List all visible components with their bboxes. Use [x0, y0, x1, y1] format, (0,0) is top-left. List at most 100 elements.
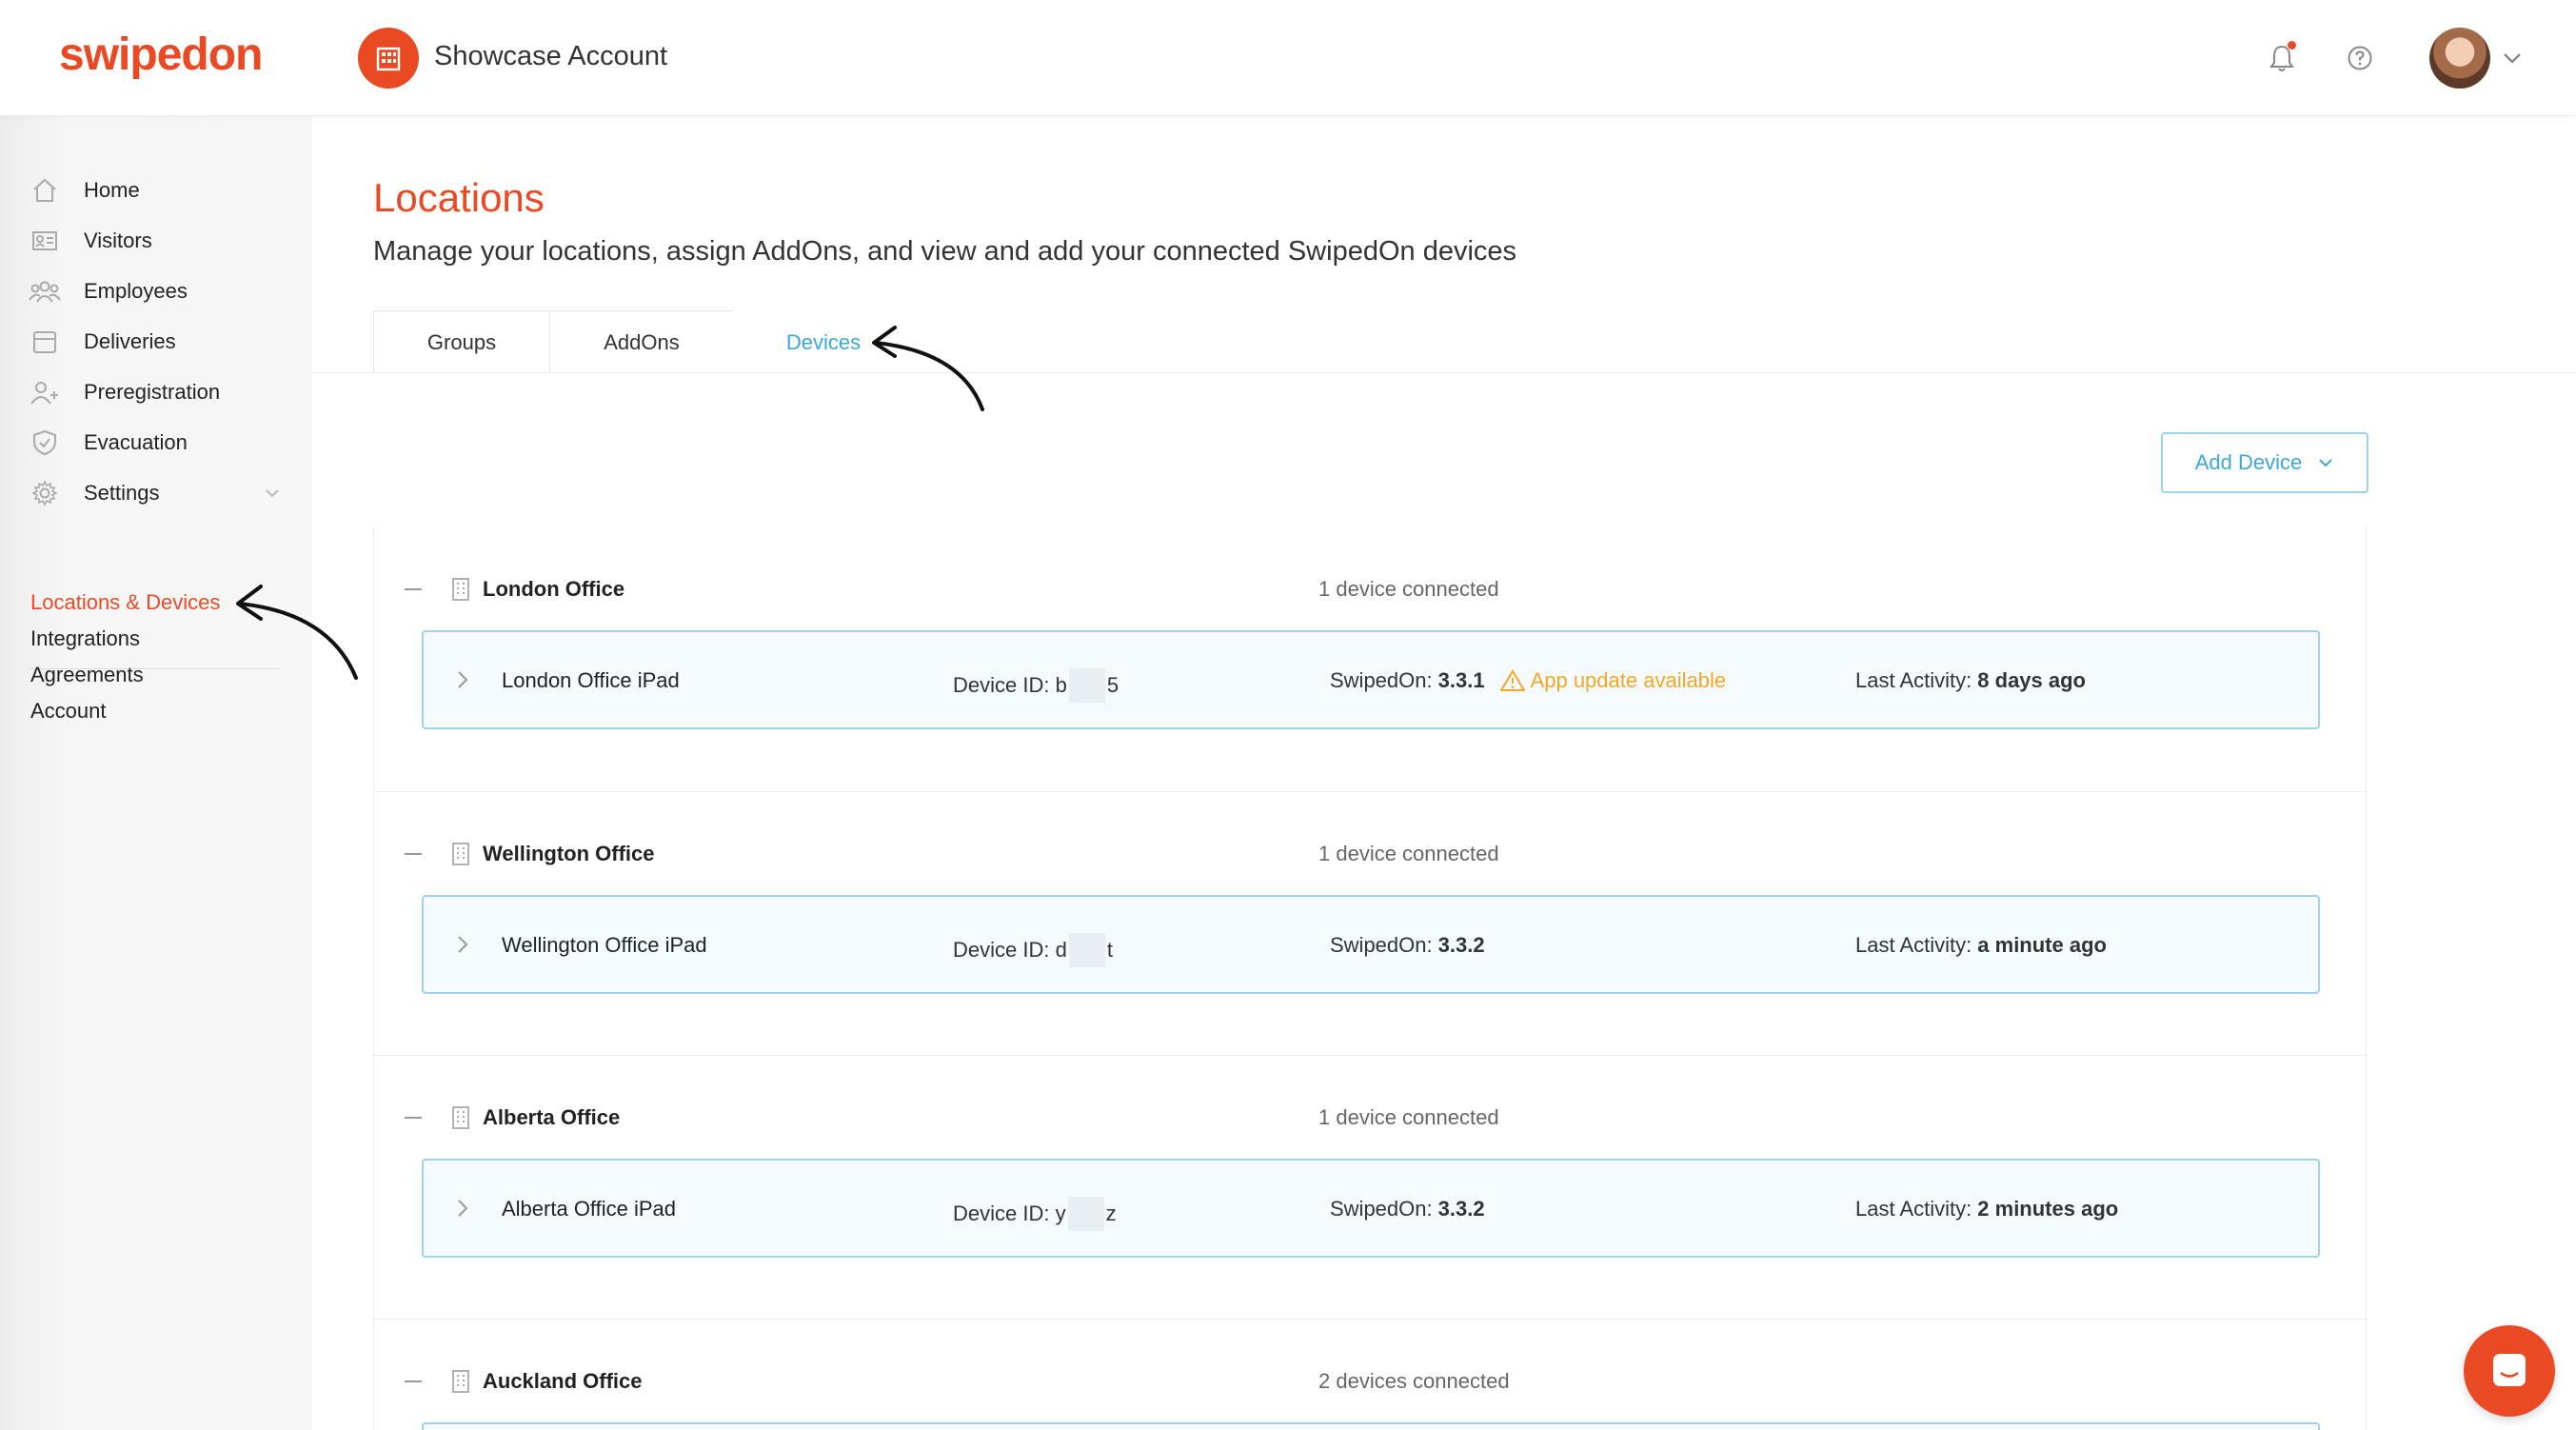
shield-icon — [29, 427, 61, 459]
sidebar: Home Visitors Employees Deliveries Prere… — [0, 116, 312, 1430]
avatar[interactable] — [2429, 28, 2490, 89]
device-id: Device ID: b 5 — [953, 668, 1119, 703]
chevron-down-icon — [266, 489, 279, 498]
device-count: 1 device connected — [1318, 842, 1499, 865]
location-header: London Office 1 device connected — [374, 566, 2368, 613]
sidebar-item-label: Employees — [84, 279, 188, 303]
page-subtitle: Manage your locations, assign AddOns, an… — [373, 236, 1517, 267]
device-id-start: b — [1055, 673, 1067, 697]
chevron-right-icon[interactable] — [452, 933, 473, 956]
tab-groups[interactable]: Groups — [373, 310, 550, 373]
location-name: Wellington Office — [483, 842, 655, 865]
device-version: SwipedOn: 3.3.2 — [1330, 1197, 1485, 1221]
sidebar-item-label: Home — [84, 178, 140, 202]
tab-devices[interactable]: Devices — [733, 310, 914, 373]
device-name: London Office iPad — [502, 668, 680, 692]
device-count: 1 device connected — [1318, 577, 1499, 601]
collapse-toggle[interactable] — [405, 588, 422, 590]
sidebar-item-label: Preregistration — [84, 380, 221, 404]
add-device-button[interactable]: Add Device — [2161, 432, 2368, 493]
sidebar-item-home[interactable]: Home — [29, 171, 140, 209]
help-icon — [2348, 46, 2372, 70]
location-name: Alberta Office — [483, 1105, 621, 1129]
chevron-down-icon — [2319, 459, 2332, 467]
device-id-end: t — [1106, 938, 1113, 962]
collapse-toggle[interactable] — [405, 853, 422, 855]
version-label: SwipedOn: — [1330, 668, 1433, 692]
location-name: Auckland Office — [483, 1369, 643, 1393]
sidebar-link-locations-devices[interactable]: Locations & Devices — [30, 590, 220, 615]
sidebar-item-preregistration[interactable]: Preregistration — [29, 373, 220, 411]
chat-launcher-button[interactable] — [2464, 1325, 2555, 1417]
location-name: London Office — [483, 577, 625, 601]
device-count: 2 devices connected — [1318, 1369, 1510, 1393]
building-icon — [452, 1106, 469, 1129]
chevron-right-icon[interactable] — [452, 1197, 473, 1220]
sidebar-item-employees[interactable]: Employees — [29, 272, 188, 310]
activity-label: Last Activity: — [1855, 668, 1972, 692]
user-plus-icon — [29, 376, 61, 408]
activity-label: Last Activity: — [1855, 933, 1972, 957]
update-notice[interactable]: App update available — [1499, 668, 1726, 693]
device-id-label: Device ID: — [953, 1202, 1050, 1225]
location-group: Wellington Office 1 device connected Wel… — [374, 791, 2368, 1056]
version-label: SwipedOn: — [1330, 933, 1433, 957]
locations-list: London Office 1 device connected London … — [373, 527, 2368, 1430]
device-version: SwipedOn: 3.3.2 — [1330, 933, 1485, 958]
version-value: 3.3.1 — [1437, 668, 1485, 692]
device-id-start: d — [1055, 938, 1067, 962]
sidebar-item-settings[interactable]: Settings — [29, 474, 286, 512]
employees-icon — [29, 275, 61, 308]
sidebar-item-visitors[interactable]: Visitors — [29, 222, 152, 260]
building-icon — [452, 578, 469, 601]
gear-icon — [29, 477, 61, 509]
sidebar-item-label: Visitors — [84, 228, 152, 252]
sidebar-item-label: Deliveries — [84, 329, 176, 353]
activity-value: 2 minutes ago — [1977, 1197, 2119, 1221]
building-icon — [376, 47, 401, 71]
account-badge[interactable] — [358, 28, 419, 89]
add-device-label: Add Device — [2194, 450, 2303, 474]
device-name: Wellington Office iPad — [502, 933, 707, 957]
building-icon — [452, 843, 469, 865]
redacted-block — [1067, 1197, 1104, 1231]
sidebar-link-agreements[interactable]: Agreements — [30, 663, 144, 687]
activity-value: a minute ago — [1977, 933, 2107, 957]
device-id-start: y — [1055, 1202, 1066, 1225]
device-count: 1 device connected — [1318, 1105, 1499, 1129]
device-last-activity: Last Activity: a minute ago — [1855, 933, 2107, 958]
sidebar-item-evacuation[interactable]: Evacuation — [29, 424, 188, 462]
swipedon-logo[interactable]: swipedon — [59, 29, 263, 81]
notification-bell[interactable] — [2262, 38, 2302, 78]
location-header: Alberta Office 1 device connected — [374, 1094, 2368, 1142]
device-card[interactable] — [422, 1422, 2320, 1430]
sidebar-item-label: Settings — [84, 481, 160, 505]
activity-label: Last Activity: — [1855, 1197, 1972, 1221]
account-name[interactable]: Showcase Account — [434, 41, 667, 72]
location-group: Alberta Office 1 device connected Albert… — [374, 1055, 2368, 1320]
location-header: Wellington Office 1 device connected — [374, 830, 2368, 878]
device-id-end: z — [1105, 1202, 1117, 1225]
tab-addons[interactable]: AddOns — [549, 310, 734, 373]
device-name: Alberta Office iPad — [502, 1197, 677, 1221]
collapse-toggle[interactable] — [405, 1380, 422, 1382]
tabs-divider — [312, 372, 2576, 373]
top-header: swipedon Showcase Account — [0, 0, 2576, 116]
chevron-down-icon[interactable] — [2500, 46, 2525, 70]
device-card[interactable]: Wellington Office iPad Device ID: d t Swi… — [422, 895, 2320, 994]
home-icon — [29, 174, 61, 207]
help-button[interactable] — [2340, 38, 2380, 78]
device-id-label: Device ID: — [953, 673, 1050, 697]
activity-value: 8 days ago — [1977, 668, 2086, 692]
device-card[interactable]: Alberta Office iPad Device ID: y z Swiped… — [422, 1159, 2320, 1258]
sidebar-link-account[interactable]: Account — [30, 699, 107, 724]
sidebar-link-integrations[interactable]: Integrations — [30, 626, 140, 651]
collapse-toggle[interactable] — [405, 1117, 422, 1119]
device-id-label: Device ID: — [953, 938, 1050, 962]
sidebar-item-deliveries[interactable]: Deliveries — [29, 323, 176, 361]
device-last-activity: Last Activity: 8 days ago — [1855, 668, 2086, 693]
device-card[interactable]: London Office iPad Device ID: b 5 SwipedO… — [422, 630, 2320, 729]
page-title: Locations — [373, 175, 545, 220]
chevron-right-icon[interactable] — [452, 668, 473, 691]
tab-bar: Groups AddOns Devices — [373, 310, 914, 373]
